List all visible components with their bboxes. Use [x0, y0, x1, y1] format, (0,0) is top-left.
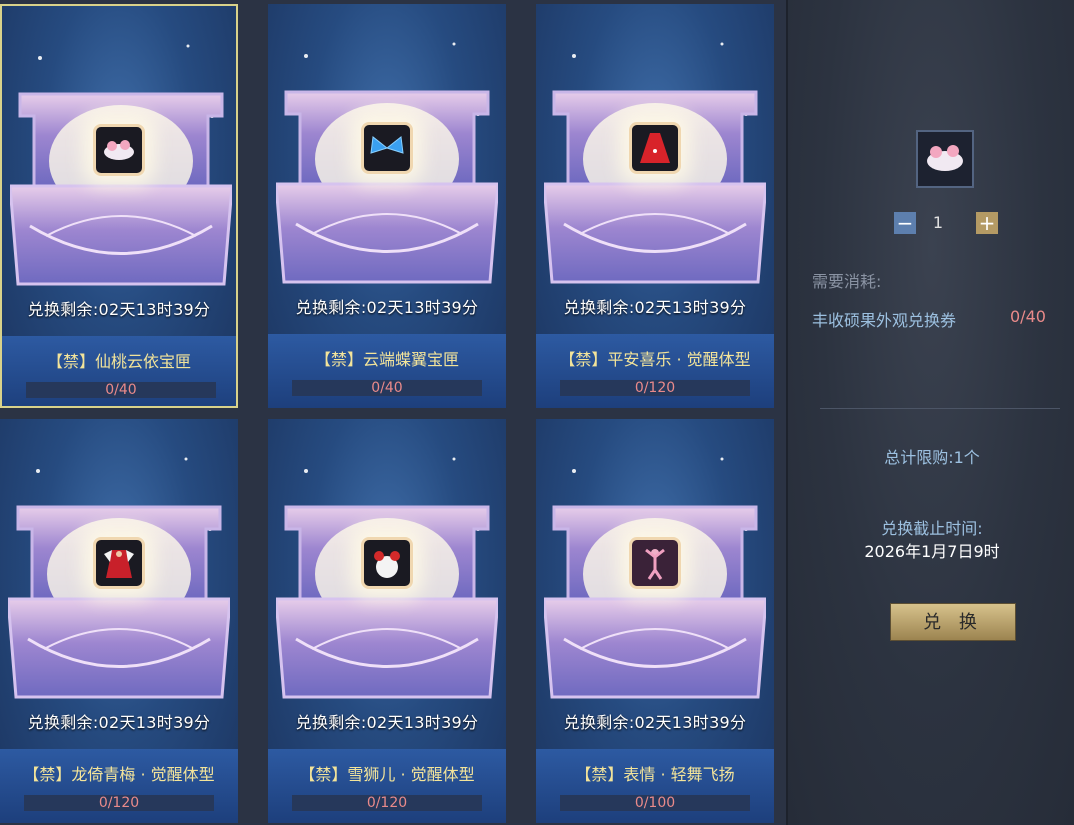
deadline-label: 兑换截止时间:	[881, 519, 983, 538]
red-robe-icon	[93, 537, 145, 589]
treasure-chest-image	[544, 90, 766, 284]
exchange-progress: 0/40	[292, 380, 482, 396]
purchase-limit: 总计限购:1个	[884, 448, 980, 467]
exchange-progress: 0/120	[292, 795, 482, 811]
divider	[820, 408, 1060, 409]
exchange-card-4[interactable]: 兑换剩余:02天13时39分 【禁】龙倚青梅 · 觉醒体型 0/120	[0, 419, 238, 823]
deadline-value: 2026年1月7日9时	[864, 542, 1000, 561]
exchange-timer: 兑换剩余:02天13时39分	[27, 300, 211, 319]
red-dress-icon	[629, 122, 681, 174]
snow-lion-icon	[361, 537, 413, 589]
exchange-timer: 兑换剩余:02天13时39分	[295, 298, 479, 317]
selected-item-slot	[916, 130, 974, 188]
treasure-chest-image	[8, 505, 230, 699]
exchange-card-3[interactable]: 兑换剩余:02天13时39分 【禁】平安喜乐 · 觉醒体型 0/120	[536, 4, 774, 408]
cost-item-count: 0/40	[1010, 307, 1046, 326]
exchange-progress: 0/40	[26, 382, 216, 398]
exchange-card-1[interactable]: 兑换剩余:02天13时39分 【禁】仙桃云依宝匣 0/40	[0, 4, 238, 408]
item-name: 【禁】表情 · 轻舞飞扬	[575, 765, 735, 784]
exchange-progress: 0/120	[560, 380, 750, 396]
exchange-progress: 0/120	[24, 795, 214, 811]
treasure-chest-image	[276, 505, 498, 699]
exchange-timer: 兑换剩余:02天13时39分	[563, 298, 747, 317]
exchange-timer: 兑换剩余:02天13时39分	[27, 713, 211, 732]
item-name: 【禁】雪狮儿 · 觉醒体型	[299, 765, 475, 784]
exchange-card-2[interactable]: 兑换剩余:02天13时39分 【禁】云端蝶翼宝匣 0/40	[268, 4, 506, 408]
item-name: 【禁】云端蝶翼宝匣	[314, 350, 459, 369]
item-name: 【禁】平安喜乐 · 觉醒体型	[559, 350, 751, 369]
exchange-progress: 0/100	[560, 795, 750, 811]
exchange-button[interactable]: 兑 换	[890, 603, 1016, 641]
exchange-card-6[interactable]: 兑换剩余:02天13时39分 【禁】表情 · 轻舞飞扬 0/100	[536, 419, 774, 823]
treasure-chest-image	[276, 90, 498, 284]
item-name: 【禁】仙桃云依宝匣	[46, 352, 191, 371]
cost-label: 需要消耗:	[812, 272, 882, 291]
decrease-quantity-button[interactable]: −	[894, 212, 916, 234]
cloud-peach-icon	[93, 124, 145, 176]
exchange-card-5[interactable]: 兑换剩余:02天13时39分 【禁】雪狮儿 · 觉醒体型 0/120	[268, 419, 506, 823]
dance-emote-icon	[629, 537, 681, 589]
treasure-chest-image	[10, 92, 232, 286]
increase-quantity-button[interactable]: +	[976, 212, 998, 234]
quantity-value: 1	[932, 213, 944, 232]
cost-item-name: 丰收硕果外观兑换券	[812, 311, 957, 330]
butterfly-wings-icon	[361, 122, 413, 174]
exchange-timer: 兑换剩余:02天13时39分	[295, 713, 479, 732]
item-grid: 兑换剩余:02天13时39分 【禁】仙桃云依宝匣 0/40 兑换剩余:02天13…	[0, 0, 786, 825]
treasure-chest-image	[544, 505, 766, 699]
exchange-timer: 兑换剩余:02天13时39分	[563, 713, 747, 732]
detail-panel: − 1 + 需要消耗: 丰收硕果外观兑换券 0/40 总计限购:1个 兑换截止时…	[786, 0, 1074, 825]
item-name: 【禁】龙倚青梅 · 觉醒体型	[23, 765, 215, 784]
cloud-peach-icon	[923, 139, 967, 179]
